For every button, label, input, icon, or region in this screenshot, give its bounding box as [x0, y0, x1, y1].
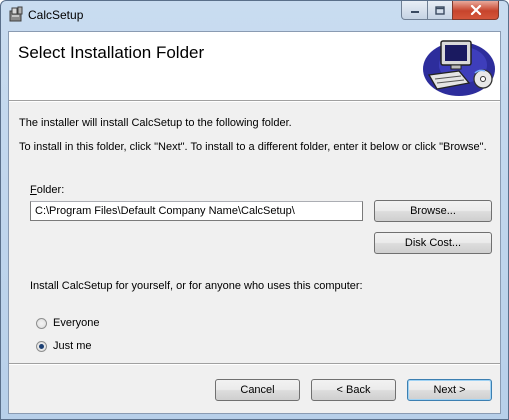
banner-divider	[9, 101, 500, 102]
header-banner: Select Installation Folder	[9, 32, 500, 101]
radio-everyone-label: Everyone	[53, 317, 100, 329]
next-button[interactable]: Next >	[407, 379, 492, 401]
minimize-button[interactable]	[401, 1, 428, 20]
close-button[interactable]	[452, 1, 499, 20]
footer-divider	[9, 363, 500, 365]
folder-label-text: older:	[36, 184, 65, 196]
dialog-client-area: Select Installation Folder The installer…	[8, 31, 501, 414]
maximize-icon	[435, 5, 445, 15]
folder-label: Folder:	[30, 184, 64, 196]
radio-everyone[interactable]: Everyone	[36, 317, 99, 329]
setup-box-icon	[9, 6, 23, 22]
instruction-text: To install in this folder, click "Next".…	[19, 141, 487, 153]
cancel-button[interactable]: Cancel	[215, 379, 300, 401]
title-bar[interactable]: CalcSetup	[1, 1, 508, 31]
close-icon	[470, 5, 481, 15]
back-button[interactable]: < Back	[311, 379, 396, 401]
installer-window: CalcSetup Select Installation Folder The…	[0, 0, 509, 420]
folder-label-accelerator: F	[30, 184, 37, 196]
page-title: Select Installation Folder	[18, 43, 205, 62]
intro-text: The installer will install CalcSetup to …	[19, 117, 292, 129]
radio-just-me-circle[interactable]	[36, 340, 47, 352]
browse-button[interactable]: Browse...	[374, 200, 492, 222]
computer-install-icon	[423, 40, 495, 96]
radio-everyone-circle[interactable]	[36, 317, 47, 329]
window-title: CalcSetup	[28, 8, 84, 22]
disk-cost-button[interactable]: Disk Cost...	[374, 232, 492, 254]
maximize-button[interactable]	[427, 1, 453, 20]
minimize-icon	[410, 11, 419, 13]
install-scope-text: Install CalcSetup for yourself, or for a…	[30, 280, 363, 292]
radio-just-me-label: Just me	[53, 340, 92, 352]
folder-path-input[interactable]	[30, 201, 363, 221]
radio-just-me[interactable]: Just me	[36, 340, 92, 352]
